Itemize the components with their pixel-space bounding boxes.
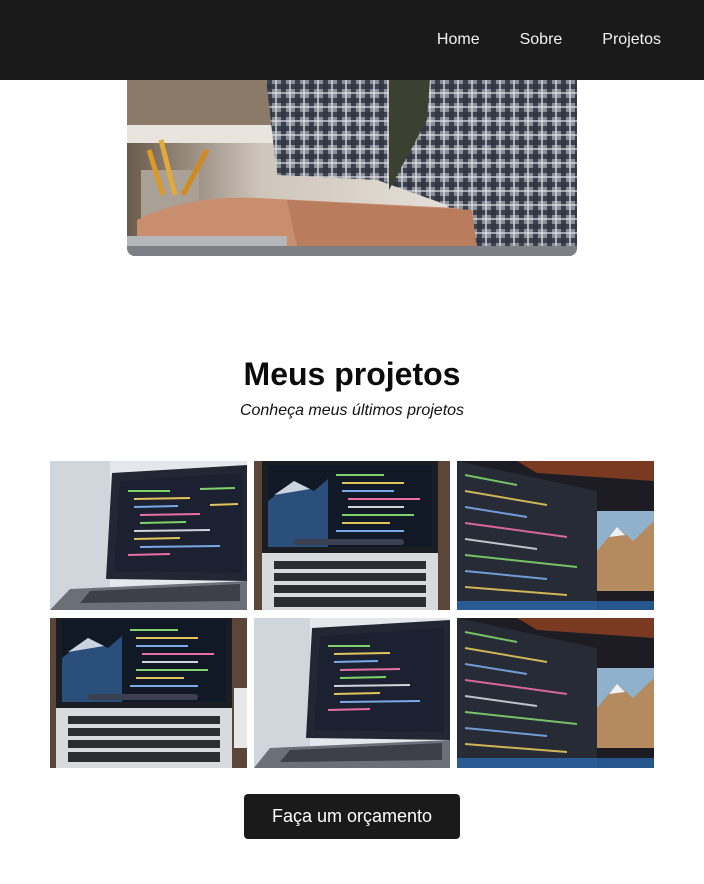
- project-thumbnail-3[interactable]: [457, 461, 654, 610]
- project-thumbnail-5[interactable]: [254, 618, 451, 768]
- projects-title: Meus projetos: [243, 356, 461, 392]
- request-quote-button[interactable]: Faça um orçamento: [244, 794, 460, 839]
- project-thumbnail-6[interactable]: [457, 618, 654, 768]
- nav-link-sobre[interactable]: Sobre: [520, 31, 563, 49]
- projects-grid: [50, 461, 654, 768]
- main-nav: Home Sobre Projetos: [397, 0, 661, 80]
- nav-link-projetos[interactable]: Projetos: [602, 31, 661, 49]
- projects-subtitle: Conheça meus últimos projetos: [239, 402, 465, 419]
- project-thumbnail-1[interactable]: [50, 461, 247, 610]
- nav-link-home[interactable]: Home: [437, 31, 480, 49]
- project-thumbnail-4[interactable]: [50, 618, 247, 768]
- project-thumbnail-2[interactable]: [254, 461, 451, 610]
- site-header: Home Sobre Projetos: [0, 0, 704, 80]
